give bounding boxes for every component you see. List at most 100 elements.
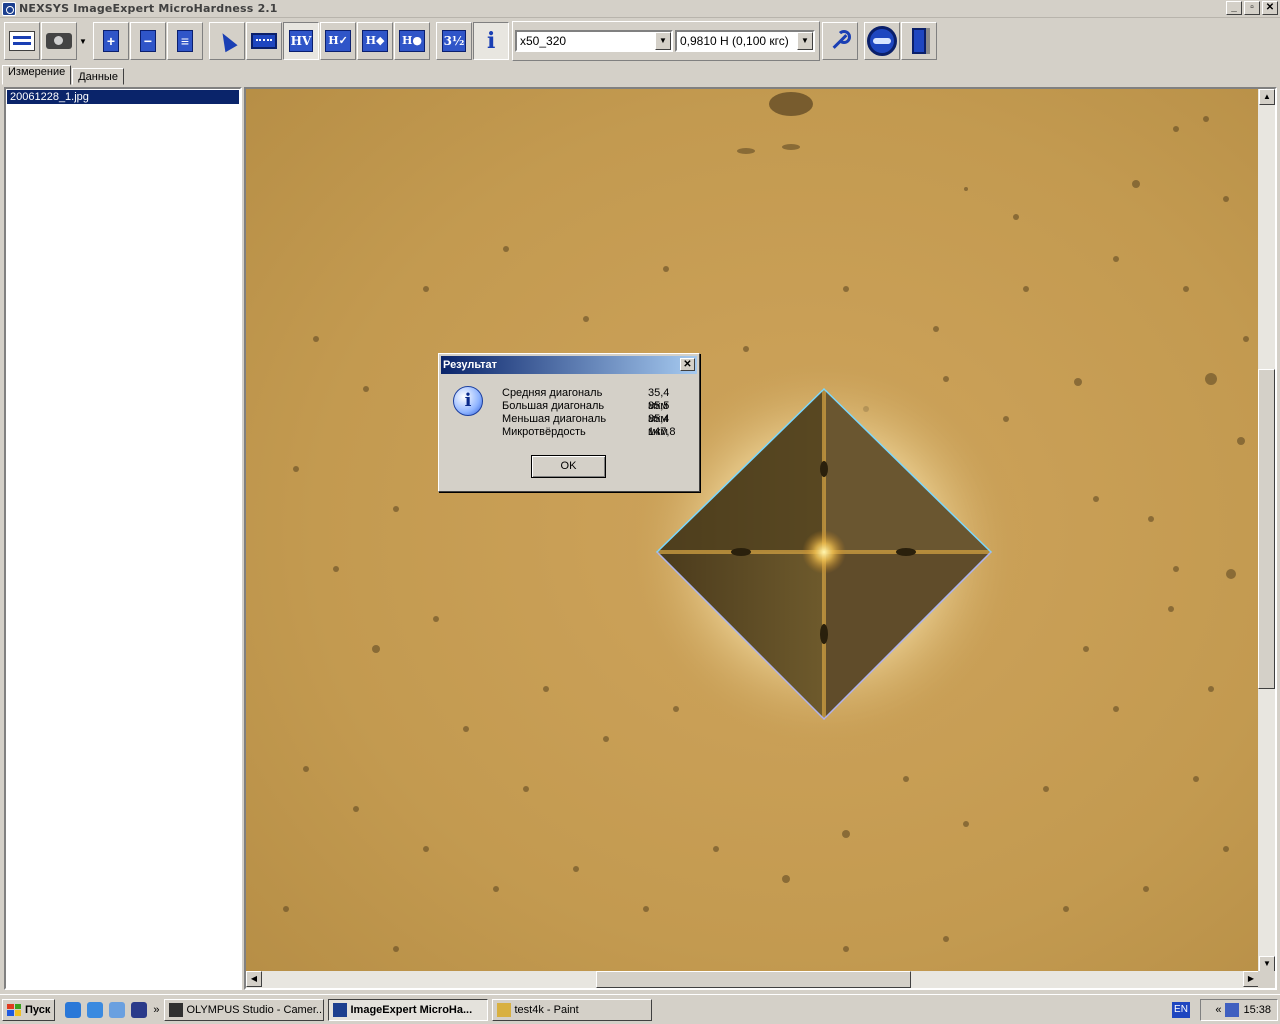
scroll-right-arrow[interactable]: ▶ [1243,971,1259,987]
quick-launch-overflow-icon[interactable]: » [153,1004,159,1016]
desktop-icon[interactable] [109,1001,126,1018]
olympus-camera-icon [168,1002,183,1017]
select-tool-button[interactable] [209,22,245,60]
result-label: Большая диагональ [502,400,605,412]
result-value: 35,4 мкм [648,387,670,412]
info-icon: i [487,28,496,54]
system-tray: « 15:38 [1200,999,1278,1021]
scroll-left-arrow[interactable]: ◀ [246,971,262,987]
result-label: Меньшая диагональ [502,413,607,425]
tray-collapse-icon[interactable]: « [1215,1004,1221,1016]
tab-data[interactable]: Данные [72,68,124,85]
taskbar-item-imageexpert[interactable]: ImageExpert MicroHa... [327,998,488,1021]
result-row: Большая диагональ 35,5 мкм [502,400,692,425]
camera-button[interactable] [41,22,77,60]
taskbar-item-paint[interactable]: test4k - Paint [491,998,652,1021]
calibration-button[interactable] [864,22,900,60]
browser-icon[interactable] [87,1001,104,1018]
title-bar: NEXSYS ImageExpert MicroHardness 2.1 _ ▫… [0,0,1280,18]
taskbar: Пуск » OLYMPUS Studio - Camer... ImageEx… [0,994,1280,1024]
settings-form-button[interactable] [4,22,40,60]
chevron-down-icon[interactable]: ▼ [797,32,813,50]
image-viewport[interactable]: ▲ ▼ ◀ ▶ [244,87,1277,990]
result-value: 35,5 мкм [648,400,670,425]
maximize-button[interactable]: ▫ [1244,1,1260,15]
window-title: NEXSYS ImageExpert MicroHardness 2.1 [19,2,278,15]
vertical-scrollbar[interactable]: ▲ ▼ [1258,89,1275,972]
calibration-icon [867,26,897,56]
exit-button[interactable] [901,22,937,60]
h-circle-button[interactable]: H● [394,22,430,60]
result-label: Средняя диагональ [502,387,603,399]
scroll-down-arrow[interactable]: ▼ [1259,956,1275,972]
horizontal-scroll-thumb[interactable] [596,971,911,988]
close-button[interactable]: ✕ [1262,1,1278,15]
new-file-button[interactable] [93,22,129,60]
toolbar: ▼ HV H✓ H◆ H● 3½ i x50_320 ▼ 0,9810 Н (0… [0,18,1280,64]
minimize-button[interactable]: _ [1226,1,1242,15]
clock[interactable]: 15:38 [1243,1004,1271,1016]
network-icon[interactable] [1225,1003,1240,1017]
document-list-icon [177,30,193,52]
tools-button[interactable] [822,22,858,60]
app-icon[interactable] [2,1,16,16]
calc-button[interactable]: 3½ [436,22,472,60]
result-value: 147,8 [648,426,676,438]
dialog-title: Результат [443,359,498,371]
tab-measurement[interactable]: Измерение [2,65,72,85]
chevron-down-icon[interactable]: ▼ [655,32,671,50]
result-row: Средняя диагональ 35,4 мкм [502,387,692,412]
ok-button[interactable]: OK [531,455,606,478]
camera-dropdown-arrow[interactable]: ▼ [78,22,88,60]
dialog-close-button[interactable]: ✕ [680,358,695,371]
language-indicator[interactable]: EN [1172,1002,1190,1018]
result-row: Микротвёрдость 147,8 [502,426,692,439]
microscope-image[interactable] [246,89,1259,972]
file-list: 20061228_1.jpg [4,87,242,990]
hv-measure-button[interactable]: HV [283,22,319,60]
list-item[interactable]: 20061228_1.jpg [7,90,239,104]
result-dialog: Результат ✕ i Средняя диагональ 35,4 мкм… [438,353,700,492]
calc-icon: 3½ [442,30,466,52]
result-row: Меньшая диагональ 35,4 мкм [502,413,692,438]
windows-logo-icon [7,1003,21,1016]
scale-tool-button[interactable] [246,22,282,60]
h-diamond-icon: H◆ [362,30,388,52]
imageexpert-app-icon [332,1002,347,1017]
save-disk-icon[interactable] [131,1001,148,1018]
objective-select[interactable]: x50_320 ▼ [515,30,673,52]
new-document-icon [103,30,119,52]
form-icon [9,31,35,51]
camera-icon [46,33,72,49]
info-button[interactable]: i [473,22,509,60]
scale-icon [251,33,277,49]
hv-icon: HV [289,30,313,52]
horizontal-scrollbar[interactable]: ◀ ▶ [246,971,1259,988]
info-icon: i [453,386,483,416]
h-circle-icon: H● [399,30,425,52]
h-diamond-button[interactable]: H◆ [357,22,393,60]
h-check-button[interactable]: H✓ [320,22,356,60]
wrench-icon [829,30,851,52]
cursor-icon [216,29,238,53]
window-controls: _ ▫ ✕ [1226,1,1278,15]
vertical-scroll-thumb[interactable] [1258,369,1275,689]
remove-file-button[interactable] [130,22,166,60]
result-value: 35,4 мкм [648,413,670,438]
scroll-up-arrow[interactable]: ▲ [1259,89,1275,105]
taskbar-item-olympus[interactable]: OLYMPUS Studio - Camer... [163,998,324,1021]
result-values: Средняя диагональ 35,4 мкм Большая диаго… [502,387,692,439]
internet-explorer-icon[interactable] [65,1001,82,1018]
paint-icon [496,1002,511,1017]
panel-tabs: Измерение Данные [2,65,125,86]
document-list-button[interactable] [167,22,203,60]
load-select[interactable]: 0,9810 Н (0,100 кгс) ▼ [675,30,815,52]
measure-settings-group: x50_320 ▼ 0,9810 Н (0,100 кгс) ▼ [512,21,820,61]
remove-document-icon [140,30,156,52]
dialog-title-bar[interactable]: Результат ✕ [441,356,697,374]
quick-launch: » [65,1001,160,1018]
result-label: Микротвёрдость [502,426,586,438]
exit-door-icon [912,28,930,54]
start-button[interactable]: Пуск [2,998,56,1021]
h-check-icon: H✓ [325,30,351,52]
